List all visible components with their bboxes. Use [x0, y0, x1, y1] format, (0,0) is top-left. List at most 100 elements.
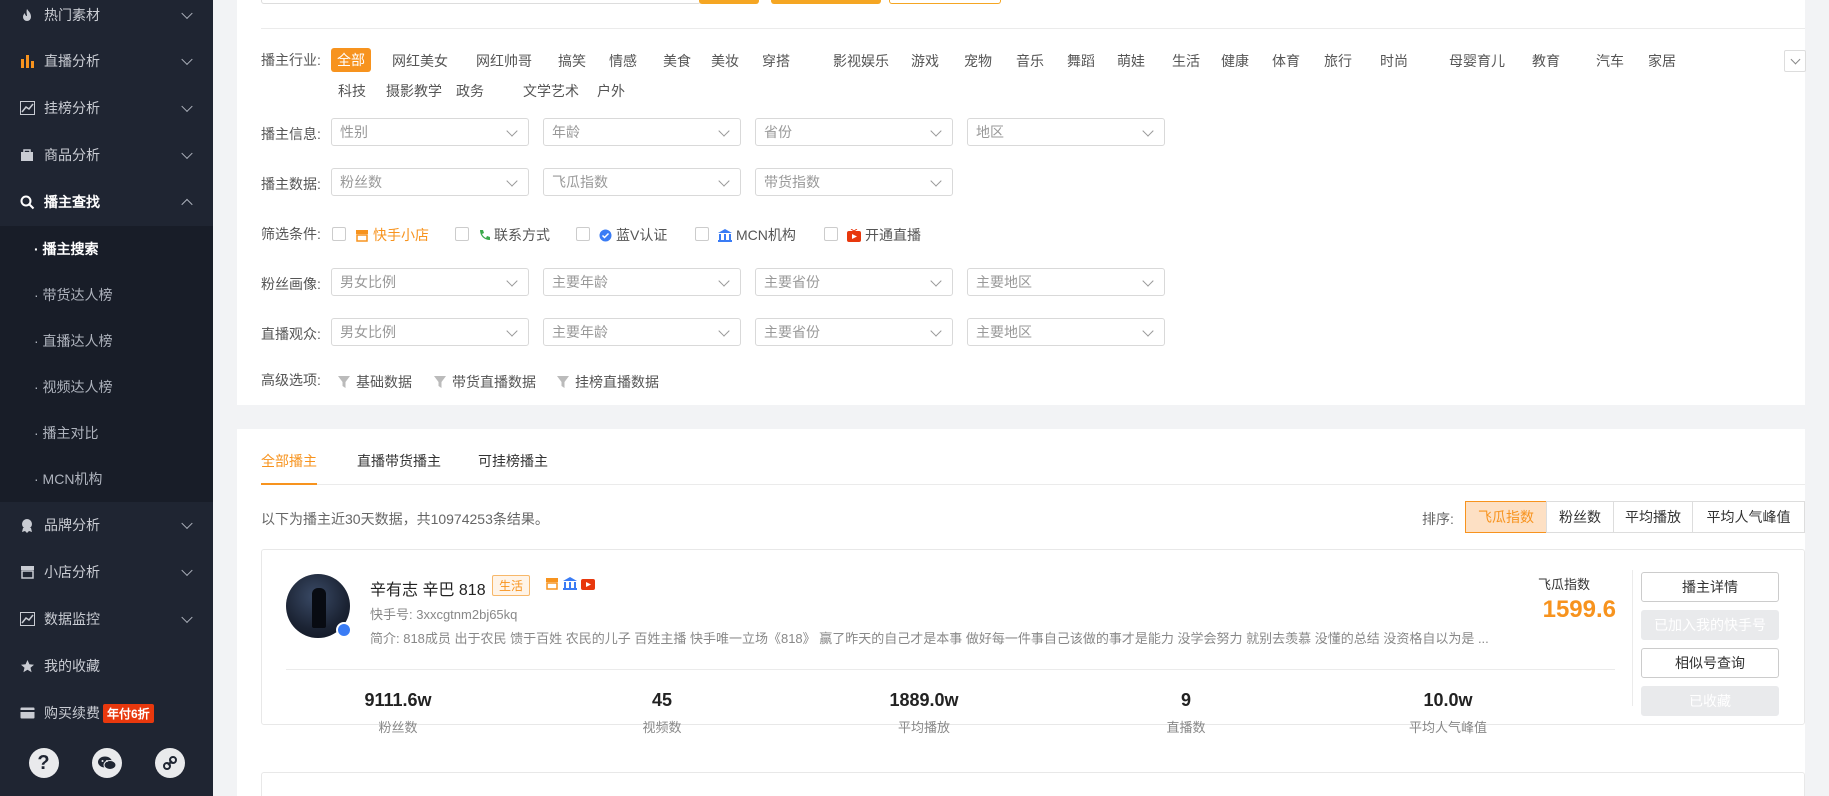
- audience-region-select[interactable]: 主要地区: [967, 318, 1165, 346]
- sort-fans[interactable]: 粉丝数: [1546, 501, 1614, 533]
- condition-kuaishou-store[interactable]: 快手小店: [355, 225, 429, 245]
- sub-item-compare[interactable]: · 播主对比: [0, 410, 213, 456]
- industry-tag[interactable]: 时尚: [1380, 51, 1408, 71]
- condition-mcn[interactable]: MCN机构: [718, 225, 796, 245]
- action-button[interactable]: [771, 0, 881, 4]
- industry-tag[interactable]: 网红帅哥: [476, 51, 532, 71]
- fans-region-select[interactable]: 主要地区: [967, 268, 1165, 296]
- audience-province-select[interactable]: 主要省份: [755, 318, 953, 346]
- industry-tag[interactable]: 全部: [331, 48, 371, 72]
- checkbox-contact[interactable]: [455, 227, 469, 241]
- age-select[interactable]: 年龄: [543, 118, 741, 146]
- chevron-down-icon: [181, 147, 193, 160]
- nav-brand-analysis[interactable]: 品牌分析: [0, 502, 213, 548]
- secondary-button[interactable]: [889, 0, 1001, 4]
- industry-tag[interactable]: 穿搭: [762, 51, 790, 71]
- industry-tag[interactable]: 体育: [1272, 51, 1300, 71]
- sub-item-video-rank[interactable]: · 视频达人榜: [0, 364, 213, 410]
- help-icon[interactable]: ?: [28, 748, 59, 778]
- sales-index-select[interactable]: 带货指数: [755, 168, 953, 196]
- tab-all-streamers[interactable]: 全部播主: [261, 451, 317, 471]
- nav-streamer-search[interactable]: 播主查找: [0, 179, 213, 225]
- region-select[interactable]: 地区: [967, 118, 1165, 146]
- condition-blue-v[interactable]: 蓝V认证: [599, 225, 667, 245]
- industry-tag[interactable]: 宠物: [964, 51, 992, 71]
- industry-tag[interactable]: 健康: [1221, 51, 1249, 71]
- fans-age-select[interactable]: 主要年龄: [543, 268, 741, 296]
- industry-tag[interactable]: 生活: [1172, 51, 1200, 71]
- stat-lives: 9 直播数: [1086, 690, 1286, 736]
- nav-data-monitor[interactable]: 数据监控: [0, 596, 213, 642]
- industry-tag[interactable]: 政务: [456, 81, 484, 101]
- search-input[interactable]: [261, 0, 701, 4]
- industry-tag[interactable]: 家居: [1648, 51, 1676, 71]
- expand-toggle[interactable]: [1784, 50, 1806, 72]
- sort-avg-peak[interactable]: 平均人气峰值: [1692, 501, 1805, 533]
- streamer-name[interactable]: 辛有志 辛巴 818: [370, 576, 486, 600]
- industry-tag[interactable]: 母婴育儿: [1449, 51, 1505, 71]
- industry-tag[interactable]: 搞笑: [558, 51, 586, 71]
- advanced-sales-live-data[interactable]: 带货直播数据: [433, 372, 536, 392]
- industry-tag[interactable]: 情感: [609, 51, 637, 71]
- checkbox-blue-v[interactable]: [576, 227, 590, 241]
- added-to-my-account-button[interactable]: 已加入我的快手号: [1641, 610, 1779, 640]
- industry-tag[interactable]: 音乐: [1016, 51, 1044, 71]
- checkbox-kuaishou-store[interactable]: [332, 227, 346, 241]
- advanced-basic-data[interactable]: 基础数据: [337, 372, 412, 392]
- advanced-rank-live-data[interactable]: 挂榜直播数据: [556, 372, 659, 392]
- nav-store-analysis[interactable]: 小店分析: [0, 549, 213, 595]
- nav-my-favorites[interactable]: 我的收藏: [0, 643, 213, 689]
- stat-label: 平均人气峰值: [1408, 720, 1487, 735]
- gender-select[interactable]: 性别: [331, 118, 529, 146]
- search-button[interactable]: [699, 0, 759, 4]
- audience-gender-select[interactable]: 男女比例: [331, 318, 529, 346]
- sub-item-sales-rank[interactable]: · 带货达人榜: [0, 272, 213, 318]
- tab-live-sales-streamers[interactable]: 直播带货播主: [357, 451, 441, 471]
- tab-rankable-streamers[interactable]: 可挂榜播主: [478, 451, 548, 471]
- industry-tag[interactable]: 教育: [1532, 51, 1560, 71]
- audience-age-select[interactable]: 主要年龄: [543, 318, 741, 346]
- industry-tag[interactable]: 文学艺术: [523, 81, 579, 101]
- favorited-button[interactable]: 已收藏: [1641, 686, 1779, 716]
- industry-tag[interactable]: 影视娱乐: [833, 51, 889, 71]
- condition-live[interactable]: 开通直播: [847, 225, 921, 245]
- sort-feigua-index[interactable]: 飞瓜指数: [1465, 501, 1547, 533]
- industry-tag[interactable]: 旅行: [1324, 51, 1352, 71]
- industry-tag[interactable]: 游戏: [911, 51, 939, 71]
- fans-select[interactable]: 粉丝数: [331, 168, 529, 196]
- streamer-detail-button[interactable]: 播主详情: [1641, 572, 1779, 602]
- industry-tag[interactable]: 摄影教学: [386, 81, 442, 101]
- checkbox-mcn[interactable]: [695, 227, 709, 241]
- link-icon[interactable]: [154, 748, 185, 778]
- checkbox-live[interactable]: [824, 227, 838, 241]
- nav-hot-material[interactable]: 热门素材: [0, 0, 213, 38]
- province-select[interactable]: 省份: [755, 118, 953, 146]
- nav-rank-analysis[interactable]: 挂榜分析: [0, 85, 213, 131]
- industry-tag[interactable]: 萌娃: [1117, 51, 1145, 71]
- condition-contact[interactable]: 联系方式: [478, 225, 550, 245]
- wechat-icon[interactable]: [91, 748, 122, 778]
- nav-purchase[interactable]: 购买续费 年付6折: [0, 690, 213, 736]
- nav-live-analysis[interactable]: 直播分析: [0, 38, 213, 84]
- sub-item-live-rank[interactable]: · 直播达人榜: [0, 318, 213, 364]
- fans-province-select[interactable]: 主要省份: [755, 268, 953, 296]
- nav-goods-analysis[interactable]: 商品分析: [0, 132, 213, 178]
- industry-tag[interactable]: 美妆: [711, 51, 739, 71]
- advanced-label: 高级选项:: [261, 372, 321, 388]
- similar-account-button[interactable]: 相似号查询: [1641, 648, 1779, 678]
- industry-tag[interactable]: 美食: [663, 51, 691, 71]
- advanced-option-label: 挂榜直播数据: [575, 374, 659, 390]
- sort-avg-play[interactable]: 平均播放: [1613, 501, 1693, 533]
- industry-tag[interactable]: 汽车: [1596, 51, 1624, 71]
- advanced-option-label: 基础数据: [356, 374, 412, 390]
- sub-item-streamer-search[interactable]: · 播主搜索: [0, 226, 213, 272]
- fans-gender-select[interactable]: 男女比例: [331, 268, 529, 296]
- fans-portrait-label: 粉丝画像:: [261, 276, 321, 292]
- industry-tag[interactable]: 科技: [338, 81, 366, 101]
- industry-tag[interactable]: 户外: [597, 81, 625, 101]
- industry-tag[interactable]: 网红美女: [392, 51, 448, 71]
- live-tv-icon: [581, 579, 595, 590]
- industry-tag[interactable]: 舞蹈: [1067, 51, 1095, 71]
- feigua-index-select[interactable]: 飞瓜指数: [543, 168, 741, 196]
- sub-item-mcn[interactable]: · MCN机构: [0, 456, 213, 502]
